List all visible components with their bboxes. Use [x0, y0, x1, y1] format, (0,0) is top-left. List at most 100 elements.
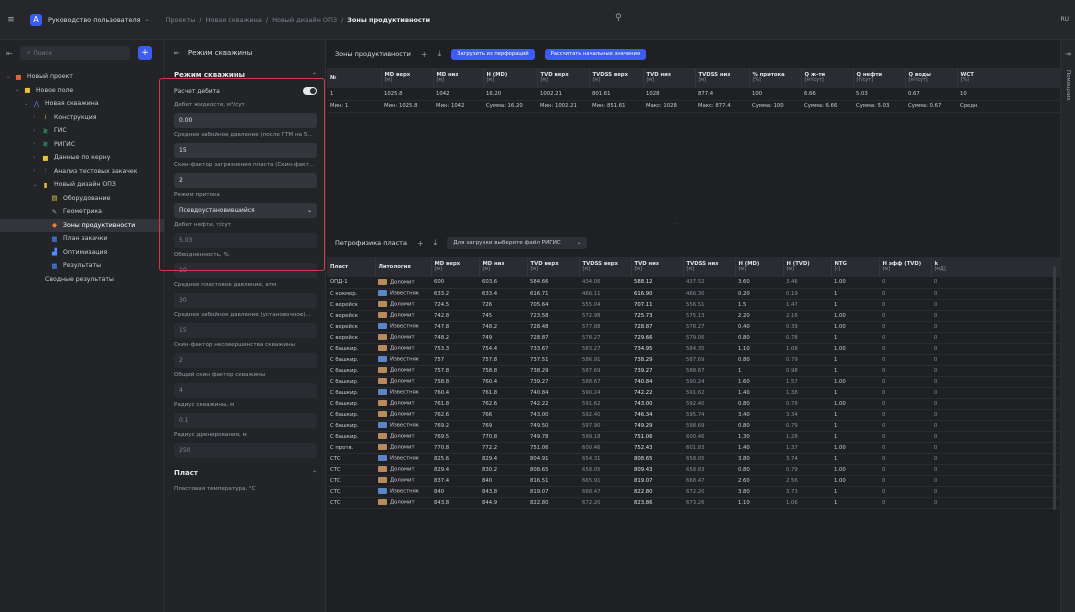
table-cell[interactable]: Известняк [375, 288, 431, 300]
table-cell[interactable]: Доломит [375, 343, 431, 355]
table-cell[interactable]: 1 [735, 365, 783, 377]
table-cell[interactable]: 1042 [433, 88, 483, 101]
table-cell[interactable]: 1025.8 [381, 88, 433, 101]
table-cell[interactable]: 2.20 [735, 310, 783, 322]
table-cell[interactable]: 760.4 [479, 376, 527, 388]
table-cell[interactable]: 0.80 [735, 354, 783, 366]
table-cell[interactable]: 588.12 [631, 277, 683, 289]
table-cell[interactable]: 0.39 [783, 321, 831, 333]
table-cell[interactable]: 0 [931, 321, 1060, 333]
table-cell[interactable]: 556.51 [683, 299, 735, 311]
column-header[interactable]: № [327, 68, 382, 88]
table-cell[interactable]: 748.2 [431, 332, 479, 344]
table-cell[interactable]: 808.65 [527, 464, 579, 476]
table-row[interactable]: С башкир. Доломит 761.8 762.6 742.22 591.62 74… [327, 398, 1060, 410]
table-cell[interactable]: 751.06 [527, 442, 579, 454]
table-cell[interactable]: 0 [931, 409, 1060, 421]
table-cell[interactable]: 766 [479, 409, 527, 421]
table-cell[interactable]: Макс: 877.4 [695, 100, 749, 113]
table-cell[interactable]: 804.91 [527, 453, 579, 465]
table-cell[interactable]: 0 [931, 453, 1060, 465]
table-row[interactable]: СТС Доломит 837.4 840 816.51 665.91 819.07 668.… [327, 475, 1060, 487]
table-cell[interactable]: 738.29 [631, 354, 683, 366]
assistant-tab-label[interactable]: Помощник [1065, 70, 1071, 101]
table-cell[interactable]: Доломит [375, 431, 431, 443]
table-cell[interactable]: С башкир. [327, 420, 375, 432]
table-cell[interactable]: 0 [879, 475, 931, 487]
table-cell[interactable]: 1.40 [735, 387, 783, 399]
table-cell[interactable]: 0 [931, 288, 1060, 300]
table-cell[interactable]: СТС [327, 475, 375, 487]
table-row[interactable]: С башкир. Известняк 757 757.8 737.51 586.91 73… [327, 354, 1060, 366]
table-cell[interactable]: 0 [879, 431, 931, 443]
table-cell[interactable]: Доломит [375, 277, 431, 289]
table-cell[interactable]: Известняк [375, 453, 431, 465]
field-input[interactable]: 0.00 [174, 113, 317, 128]
table-cell[interactable]: 837.4 [431, 475, 479, 487]
table-cell[interactable]: 0 [931, 475, 1060, 487]
table-cell[interactable]: 1.38 [783, 387, 831, 399]
table-row[interactable]: С башкир. Известняк 760.4 761.8 740.84 590.24… [327, 387, 1060, 399]
table-cell[interactable]: 584.66 [527, 277, 579, 289]
table-cell[interactable]: 726 [479, 299, 527, 311]
column-header[interactable]: % притока [%] [749, 68, 802, 88]
table-cell[interactable]: 0 [879, 343, 931, 355]
table-cell[interactable]: 0 [931, 431, 1060, 443]
table-cell[interactable]: 707.11 [631, 299, 683, 311]
table-cell[interactable]: 1.00 [831, 475, 879, 487]
table-cell[interactable]: 658.05 [683, 453, 735, 465]
table-cell[interactable]: Доломит [375, 409, 431, 421]
table-cell[interactable]: 575.13 [683, 310, 735, 322]
table-cell[interactable]: 0.80 [735, 420, 783, 432]
table-cell[interactable]: Сумма: 5.03 [853, 100, 905, 113]
table-cell[interactable]: 819.07 [631, 475, 683, 487]
column-header[interactable]: H эфф (TVD) [м] [879, 257, 932, 277]
chevron-icon[interactable]: ⌄ [6, 74, 14, 80]
table-cell[interactable]: 672.20 [683, 486, 735, 498]
table-cell[interactable]: 572.98 [579, 310, 631, 322]
breadcrumb-item[interactable]: Новая скважина [206, 16, 262, 24]
table-cell[interactable]: 0 [931, 332, 1060, 344]
table-cell[interactable]: 598.69 [683, 420, 735, 432]
table-cell[interactable]: 0 [879, 299, 931, 311]
table-cell[interactable]: 6.66 [801, 88, 853, 101]
table-cell[interactable]: 0 [931, 277, 1060, 289]
tree-item[interactable]: › ■ Данные по керну [0, 151, 164, 165]
tree-item[interactable]: ✎ Геометрика [0, 205, 164, 219]
column-header[interactable]: TVD верх [м] [527, 257, 580, 277]
rigis-file-select[interactable]: Для загрузки выберите файл РИГИС ⌄ [447, 237, 588, 249]
table-cell[interactable]: Мин: 1025.8 [381, 100, 433, 113]
table-cell[interactable]: 819.07 [527, 486, 579, 498]
table-cell[interactable]: 746.34 [631, 409, 683, 421]
table-cell[interactable]: 0 [931, 343, 1060, 355]
chevron-icon[interactable]: ⌄ [15, 87, 23, 93]
table-cell[interactable]: 437.52 [683, 277, 735, 289]
table-cell[interactable]: 0 [931, 354, 1060, 366]
table-row[interactable]: Мин: 1 Мин: 1025.8 Мин: 1042 Сумма: 16.20 Ми… [327, 100, 1060, 113]
table-cell[interactable]: 595.74 [683, 409, 735, 421]
table-cell[interactable]: С верейск [327, 310, 375, 322]
user-menu[interactable]: Руководство пользователя [48, 16, 141, 24]
table-cell[interactable]: Мин: 1 [327, 100, 381, 113]
table-cell[interactable]: 0 [879, 310, 931, 322]
table-cell[interactable]: 728.87 [631, 321, 683, 333]
table-cell[interactable]: 801.61 [589, 88, 643, 101]
table-cell[interactable]: С верейск [327, 299, 375, 311]
table-cell[interactable]: 823.86 [631, 497, 683, 509]
table-cell[interactable]: 100 [749, 88, 801, 101]
table-cell[interactable]: 434.06 [579, 277, 631, 289]
table-scrollbar[interactable] [1053, 266, 1056, 510]
table-cell[interactable]: 1.08 [783, 343, 831, 355]
table-cell[interactable]: 742.22 [527, 398, 579, 410]
table-cell[interactable]: 729.66 [631, 332, 683, 344]
table-cell[interactable]: 0 [931, 387, 1060, 399]
table-cell[interactable]: 583.27 [579, 343, 631, 355]
table-cell[interactable]: 754.4 [479, 343, 527, 355]
table-cell[interactable]: 16.20 [483, 88, 537, 101]
table-cell[interactable]: 822.80 [631, 486, 683, 498]
table-cell[interactable]: 599.18 [579, 431, 631, 443]
table-cell[interactable]: 1 [831, 497, 879, 509]
table-cell[interactable]: 769 [479, 420, 527, 432]
table-cell[interactable]: Сумма: 0.67 [905, 100, 957, 113]
table-cell[interactable]: Доломит [375, 365, 431, 377]
